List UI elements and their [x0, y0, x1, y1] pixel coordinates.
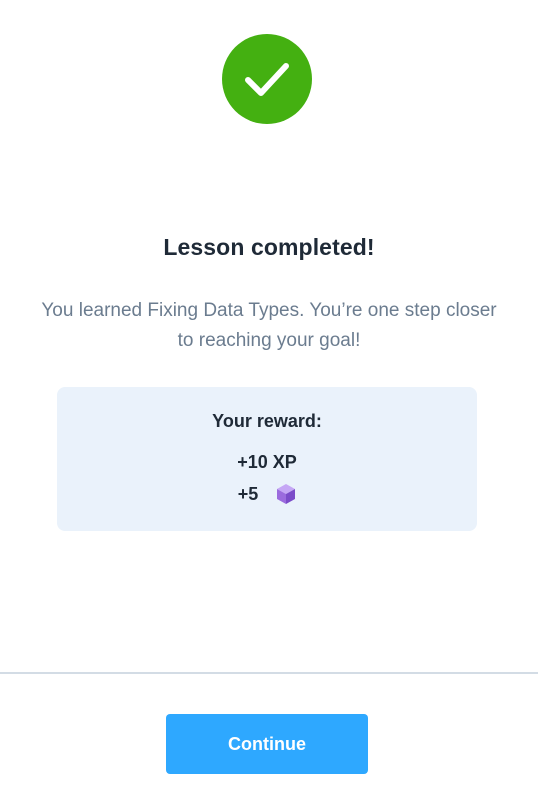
continue-button[interactable]: Continue — [166, 714, 368, 774]
reward-xp: +10 XP — [237, 452, 297, 472]
footer-divider — [0, 672, 538, 674]
reward-gems: +5 — [57, 483, 477, 505]
reward-gems-value: +5 — [237, 483, 259, 504]
gem-cube-icon — [277, 484, 296, 504]
checkmark-circle-icon — [222, 34, 312, 124]
dialog-message: You learned Fixing Data Types. You’re on… — [41, 300, 497, 351]
reward-title: Your reward: — [212, 411, 322, 431]
check-icon — [245, 63, 289, 96]
reward-card: Your reward: +10 XP +5 — [57, 387, 477, 531]
dialog-title: Lesson completed! — [163, 234, 375, 260]
lesson-complete-screen: Lesson completed! You learned Fixing Dat… — [0, 0, 538, 793]
